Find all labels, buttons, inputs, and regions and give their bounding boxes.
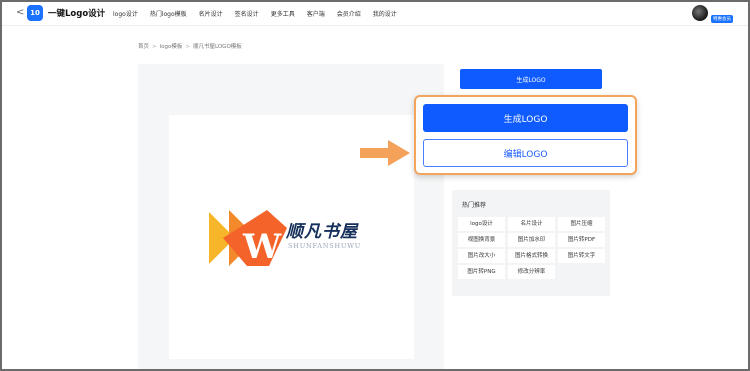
logo-mark-letter: W — [242, 227, 282, 266]
breadcrumb: 首页 > logo模板 > 顺凡书屋LOGO模板 — [138, 42, 242, 50]
app-logo-icon[interactable]: 10 — [27, 5, 43, 21]
tag-logo-design[interactable]: logo设计 — [458, 217, 505, 231]
logo-preview-area: W 顺凡书屋 SHUNFANSHUWU — [138, 64, 444, 371]
hot-title: 热门推荐 — [462, 202, 487, 209]
tag-format-convert[interactable]: 图片格式转换 — [508, 249, 555, 263]
nav-card-design[interactable]: 名片设计 — [199, 9, 223, 18]
tag-image-compress[interactable]: 图片压缩 — [558, 217, 605, 231]
logo-english-name: SHUNFANSHUWU — [288, 242, 361, 250]
main-nav: logo设计 热门logo模板 名片设计 签名设计 更多工具 客户端 会员介绍 … — [113, 9, 409, 18]
tag-add-watermark[interactable]: 图片加水印 — [508, 233, 555, 247]
tag-image-to-text[interactable]: 图片转文字 — [558, 249, 605, 263]
nav-hot-templates[interactable]: 热门logo模板 — [150, 9, 187, 18]
nav-logo-design[interactable]: logo设计 — [113, 9, 138, 18]
tag-card-design[interactable]: 名片设计 — [508, 217, 555, 231]
breadcrumb-home[interactable]: 首页 — [138, 44, 149, 50]
tag-resize-image[interactable]: 图片改大小 — [458, 249, 505, 263]
chevron-left-icon[interactable]: < — [16, 7, 24, 19]
nav-client[interactable]: 客户端 — [307, 9, 325, 18]
edit-logo-button[interactable]: 编辑LOGO — [423, 139, 628, 167]
tag-change-background[interactable]: 视图换背景 — [458, 233, 505, 247]
highlight-callout: 生成LOGO 编辑LOGO — [414, 95, 637, 175]
breadcrumb-separator: > — [185, 44, 190, 50]
nav-my-designs[interactable]: 我的设计 — [373, 9, 397, 18]
breadcrumb-separator: > — [152, 44, 157, 50]
logo-chinese-name: 顺凡书屋 — [286, 222, 358, 242]
brand-name[interactable]: 一键Logo设计 — [48, 7, 105, 19]
hot-recommendations: 热门推荐 logo设计 名片设计 图片压缩 视图换背景 图片加水印 图片转PDF… — [452, 190, 610, 296]
tag-grid: logo设计 名片设计 图片压缩 视图换背景 图片加水印 图片转PDF 图片改大… — [458, 217, 605, 279]
pointer-arrow-icon — [360, 140, 410, 166]
tag-change-resolution[interactable]: 修改分辨率 — [508, 265, 555, 279]
nav-membership[interactable]: 会员介绍 — [337, 9, 361, 18]
generate-logo-button-top[interactable]: 生成LOGO — [460, 69, 602, 89]
tag-image-to-pdf[interactable]: 图片转PDF — [558, 233, 605, 247]
avatar[interactable] — [692, 5, 708, 21]
nav-more-tools[interactable]: 更多工具 — [271, 9, 295, 18]
breadcrumb-current: 顺凡书屋LOGO模板 — [192, 44, 242, 50]
breadcrumb-logo-templates[interactable]: logo模板 — [160, 44, 183, 50]
nav-signature-design[interactable]: 签名设计 — [235, 9, 259, 18]
vip-badge[interactable]: 特惠会员 — [711, 15, 733, 23]
tag-image-to-png[interactable]: 图片转PNG — [458, 265, 505, 279]
logo-mark-icon: W — [209, 210, 287, 266]
generate-logo-button[interactable]: 生成LOGO — [423, 104, 628, 132]
top-header: < 10 一键Logo设计 logo设计 热门logo模板 名片设计 签名设计 … — [2, 2, 748, 26]
